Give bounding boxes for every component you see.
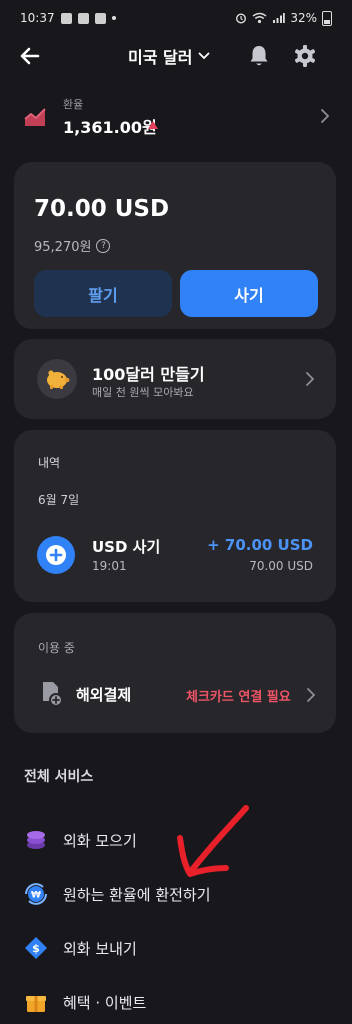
signal-icon [273, 13, 286, 23]
wifi-icon [252, 12, 267, 24]
transaction-sub-amount: 70.00 USD [249, 559, 313, 573]
saving-goal-title: 100달러 만들기 [92, 365, 205, 384]
history-date: 6월 7일 [38, 493, 80, 507]
service-item-label: 원하는 환율에 환전하기 [63, 886, 211, 904]
service-item-collect-foreign-currency[interactable]: 외화 모으기 [0, 818, 352, 862]
gallery-notification-icon [60, 12, 72, 24]
transaction-title: USD 사기 [92, 538, 161, 556]
top-bar: 미국 달러 [0, 38, 352, 74]
triangle-up-icon [148, 121, 158, 129]
history-title: 내역 [38, 456, 61, 470]
plus-circle-icon [37, 536, 75, 574]
service-item-benefits-events[interactable]: 혜택 · 이벤트 [0, 980, 352, 1024]
battery-icon [322, 10, 332, 26]
status-bar: 10:37 32% [0, 0, 352, 36]
svg-text:$: $ [32, 942, 40, 955]
gear-icon[interactable] [291, 42, 319, 70]
in-use-card: 이용 중 해외결제 체크카드 연결 필요 [14, 613, 336, 733]
status-time: 10:37 [20, 11, 55, 25]
exchange-rate-label: 환율 [63, 98, 84, 111]
exchange-rate-row[interactable]: 환율 1,361.00원 [0, 94, 352, 142]
battery-percent: 32% [290, 11, 317, 25]
alarm-icon [236, 13, 247, 24]
overseas-payment-row[interactable]: 해외결제 체크카드 연결 필요 [14, 675, 336, 715]
buy-button[interactable]: 사기 [180, 270, 318, 317]
saving-goal-card[interactable]: 100달러 만들기 매일 천 원씩 모아봐요 [14, 339, 336, 419]
trend-chart-icon [24, 108, 46, 126]
service-item-label: 혜택 · 이벤트 [63, 994, 147, 1012]
app-notification-icon [94, 12, 106, 24]
services-title: 전체 서비스 [24, 769, 94, 785]
more-notifications-icon [111, 16, 116, 20]
help-icon[interactable]: ? [96, 238, 111, 253]
balance-krw-value: 95,270원 [34, 240, 92, 255]
transaction-amount: + 70.00 USD [207, 536, 313, 554]
status-bar-left: 10:37 [20, 11, 116, 25]
service-item-exchange-at-target-rate[interactable]: ₩ 원하는 환율에 환전하기 [0, 872, 352, 916]
in-use-title: 이용 중 [38, 641, 75, 655]
coin-stack-icon [27, 831, 45, 849]
balance-card: 70.00 USD 95,270원 ? 팔기 사기 [14, 162, 336, 329]
service-item-send-foreign-currency[interactable]: $ 외화 보내기 [0, 926, 352, 970]
gift-icon [26, 996, 46, 1012]
piggy-bank-icon [47, 370, 70, 389]
send-money-icon: $ [25, 937, 47, 959]
exchange-target-icon: ₩ [25, 883, 47, 905]
chevron-right-icon [321, 109, 330, 123]
piggy-bank-badge [37, 359, 77, 399]
service-item-label: 외화 보내기 [63, 940, 137, 958]
message-notification-icon [77, 12, 89, 24]
saving-goal-subtitle: 매일 천 원씩 모아봐요 [92, 386, 194, 399]
chevron-right-icon [306, 372, 315, 386]
plus-icon [46, 545, 66, 565]
history-card: 내역 6월 7일 USD 사기 19:01 + 70.00 USD 70.00 … [14, 430, 336, 602]
status-bar-right: 32% [235, 10, 332, 26]
chevron-right-icon [307, 688, 316, 702]
service-item-label: 외화 모으기 [63, 832, 137, 850]
overseas-payment-label: 해외결제 [76, 686, 132, 704]
overseas-payment-status: 체크카드 연결 필요 [186, 690, 291, 705]
currency-selector[interactable]: 미국 달러 [128, 44, 210, 68]
bell-icon[interactable] [245, 42, 273, 70]
currency-selector-label: 미국 달러 [128, 48, 193, 67]
balance-krw: 95,270원 ? [34, 236, 111, 255]
sell-button[interactable]: 팔기 [34, 270, 172, 317]
svg-text:₩: ₩ [31, 891, 41, 901]
exchange-rate-value: 1,361.00원 [63, 118, 157, 137]
back-arrow-icon[interactable] [16, 42, 44, 70]
transaction-row[interactable]: USD 사기 19:01 + 70.00 USD 70.00 USD [14, 530, 336, 582]
chevron-down-icon [199, 52, 210, 60]
card-plus-icon [43, 682, 63, 707]
balance-amount: 70.00 USD [34, 196, 170, 222]
transaction-time: 19:01 [92, 559, 127, 573]
